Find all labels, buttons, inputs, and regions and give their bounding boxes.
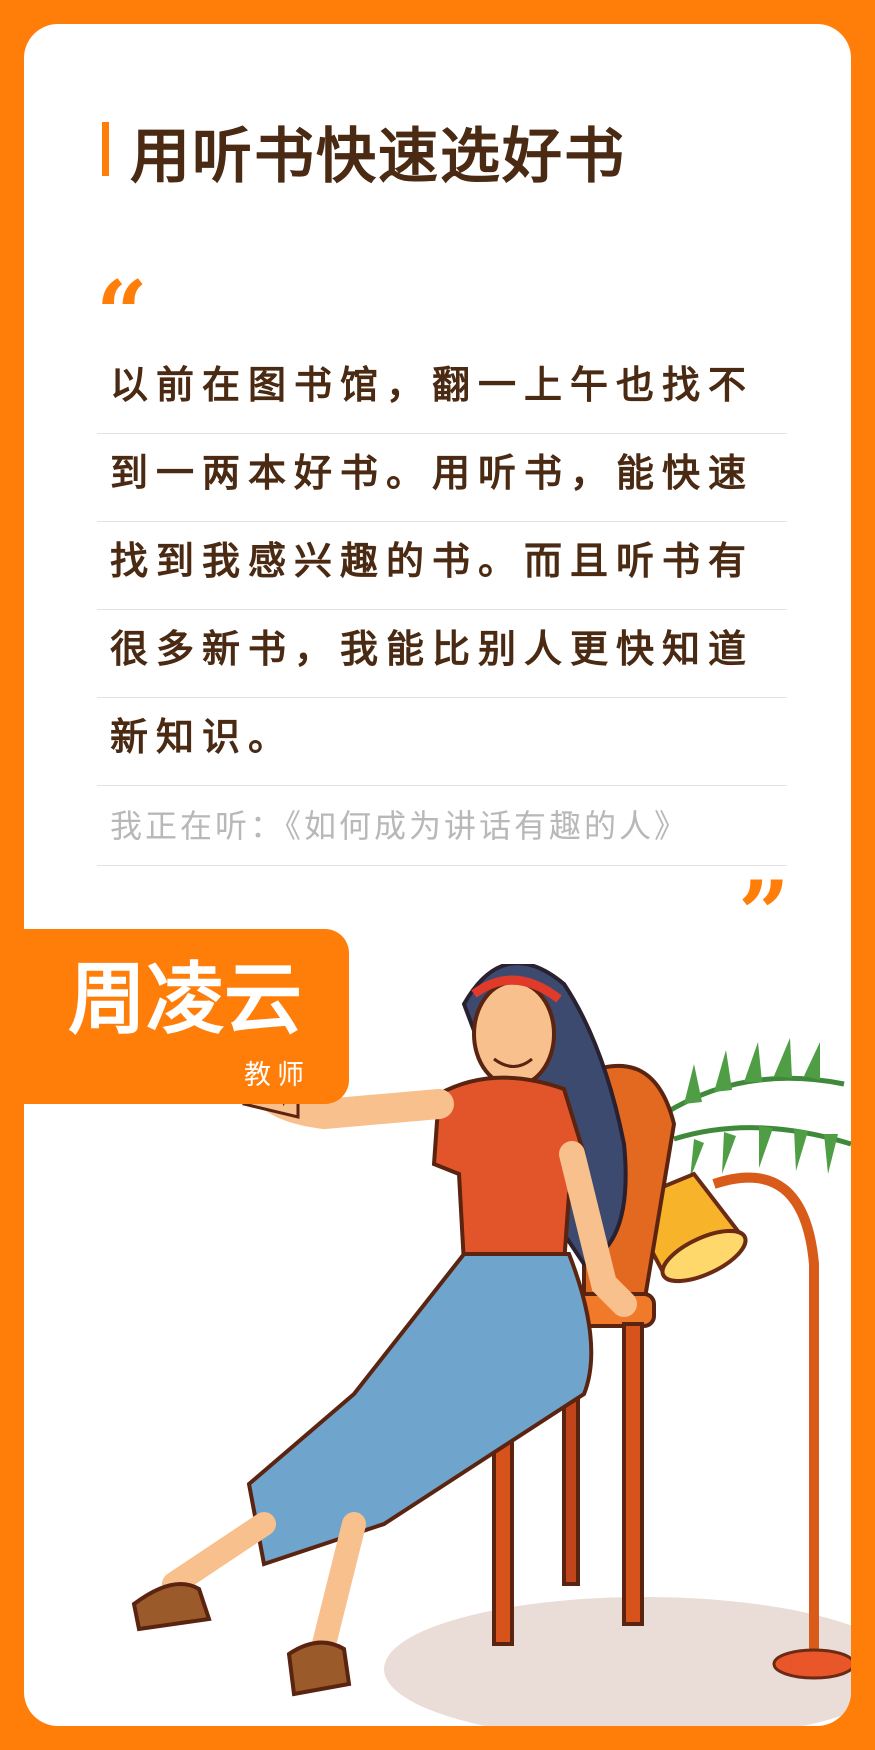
page-frame: 用听书快速选好书 “ 以前在图书馆，翻一上午也找不 到一两本好书。用听书，能快速… xyxy=(0,0,875,1750)
quote-line: 到一两本好书。用听书，能快速 xyxy=(97,434,787,522)
person-name-tag: 周凌云 教师 xyxy=(24,929,349,1104)
now-listening-text: 我正在听：《如何成为讲话有趣的人》 xyxy=(97,786,787,866)
content-card: 用听书快速选好书 “ 以前在图书馆，翻一上午也找不 到一两本好书。用听书，能快速… xyxy=(24,24,851,1726)
quote-line: 新知识。 xyxy=(97,698,787,786)
quote-line: 以前在图书馆，翻一上午也找不 xyxy=(97,346,787,434)
close-quote-icon: ” xyxy=(738,861,790,967)
quote-block: 以前在图书馆，翻一上午也找不 到一两本好书。用听书，能快速 找到我感兴趣的书。而… xyxy=(97,346,787,866)
person-role: 教师 xyxy=(244,1060,310,1091)
page-title: 用听书快速选好书 xyxy=(130,122,626,192)
quote-line: 找到我感兴趣的书。而且听书有 xyxy=(97,522,787,610)
title-accent-bar xyxy=(102,122,109,176)
person-name: 周凌云 xyxy=(68,955,303,1045)
quote-line: 很多新书，我能比别人更快知道 xyxy=(97,610,787,698)
